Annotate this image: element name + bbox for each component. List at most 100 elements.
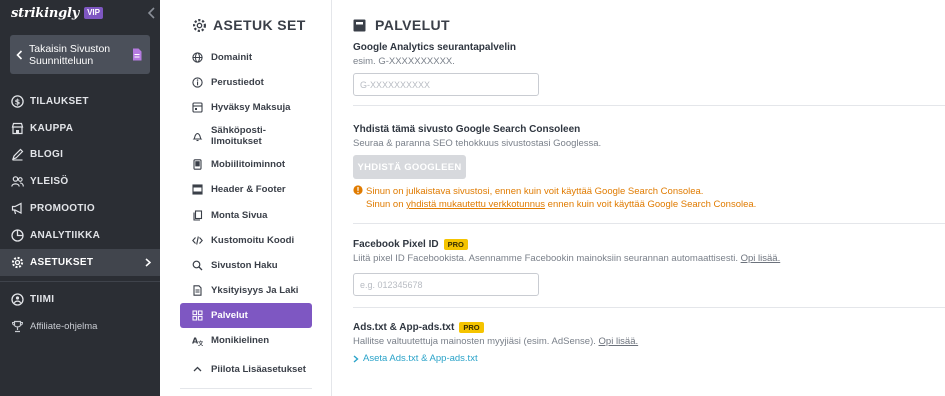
google-analytics-title: Google Analytics seurantapalvelin	[353, 42, 517, 53]
settings-item-payments[interactable]: Hyväksy Maksuja	[180, 95, 312, 120]
settings-item-multiple-pages[interactable]: Monta Sivua	[180, 202, 312, 227]
chevron-right-icon	[145, 258, 151, 267]
learn-more-link[interactable]: Opi lisää.	[741, 253, 781, 264]
services-content: PALVELUT Google Analytics seurantapalvel…	[333, 0, 945, 396]
nav-item-orders[interactable]: $ TILAUKSET	[0, 88, 160, 115]
connect-google-button[interactable]: YHDISTÄ GOOGLEEN	[353, 155, 466, 179]
search-console-title: Yhdistä tämä sivusto Google Search Conso…	[353, 124, 581, 135]
settings-item-site-search[interactable]: Sivuston Haku	[180, 253, 312, 278]
settings-item-multilingual[interactable]: A文 Monikielinen	[180, 328, 312, 353]
settings-item-label: Sivuston Haku	[211, 259, 278, 271]
nav-item-settings[interactable]: ASETUKSET	[0, 248, 160, 276]
ads-txt-desc-text: Hallitse valtuutettuja mainosten myyjiäs…	[353, 336, 596, 347]
settings-item-email-notifications[interactable]: Sähköposti-Ilmoitukset	[180, 120, 312, 152]
publish-warning: Sinun on julkaistava sivustosi, ennen ku…	[353, 185, 945, 198]
settings-item-services[interactable]: Palvelut	[180, 302, 312, 328]
settings-item-privacy-legal[interactable]: Yksityisyys Ja Laki	[180, 278, 312, 303]
nav-item-store[interactable]: KAUPPA	[0, 115, 160, 142]
gear-icon	[192, 18, 207, 32]
chevron-right-icon	[353, 354, 359, 363]
brand-logo[interactable]: strikingly	[11, 6, 79, 21]
ads-txt-desc: Hallitse valtuutettuja mainosten myyjiäs…	[353, 336, 945, 347]
settings-item-domains[interactable]: Domainit	[180, 45, 312, 70]
chevron-up-icon	[193, 366, 202, 371]
settings-item-label: Monikielinen	[211, 334, 270, 346]
megaphone-icon	[11, 202, 22, 215]
google-analytics-input[interactable]	[353, 73, 539, 96]
settings-item-mobile[interactable]: Mobiilitoiminnot	[180, 152, 312, 177]
language-icon: A文	[192, 336, 203, 346]
main-nav: $ TILAUKSET KAUPPA BLOGI YLEISÖ PROMOOTI…	[0, 88, 160, 340]
page-file-icon	[133, 48, 142, 61]
search-console-section: Yhdistä tämä sivusto Google Search Conso…	[353, 123, 945, 211]
nav-label: TILAUKSET	[30, 95, 89, 107]
settings-item-label: Header & Footer	[211, 184, 286, 196]
info-icon	[192, 77, 203, 88]
main-sidebar: strikingly VIP Takaisin Sivuston Suunnit…	[0, 0, 160, 396]
facebook-pixel-input[interactable]	[353, 273, 539, 296]
facebook-pixel-desc: Liitä pixel ID Facebookista. Asennamme F…	[353, 253, 945, 264]
google-analytics-section: Google Analytics seurantapalvelin esim. …	[353, 41, 945, 96]
facebook-pixel-desc-text: Liitä pixel ID Facebookista. Asennamme F…	[353, 253, 738, 264]
ads-txt-title-row: Ads.txt & App-ads.txt PRO	[353, 321, 945, 334]
settings-item-label: Yksityisyys Ja Laki	[211, 284, 299, 296]
learn-more-link[interactable]: Opi lisää.	[599, 336, 639, 347]
users-icon	[11, 176, 24, 187]
section-divider	[353, 307, 945, 308]
svg-text:$: $	[15, 97, 21, 106]
settings-item-label: Domainit	[211, 52, 253, 64]
pen-icon	[12, 149, 24, 162]
publish-warning-text: Sinun on julkaistava sivustosi, ennen ku…	[366, 186, 704, 197]
nav-label: KAUPPA	[30, 122, 74, 134]
connect-custom-domain-link[interactable]: yhdistä mukautettu verkkotunnus	[406, 199, 545, 210]
store-icon	[11, 122, 24, 134]
collapse-sidebar-icon[interactable]	[147, 7, 157, 19]
facebook-pixel-section: Facebook Pixel ID PRO Liitä pixel ID Fac…	[353, 238, 945, 296]
brand[interactable]: strikingly VIP	[11, 4, 103, 22]
settings-menu-divider	[180, 388, 312, 389]
pages-icon	[193, 209, 203, 221]
nav-item-blog[interactable]: BLOGI	[0, 142, 160, 169]
settings-header: ASETUK SET	[192, 17, 306, 33]
page-title-text: PALVELUT	[375, 17, 451, 33]
settings-menu: Domainit Perustiedot Hyväksy Maksuja Säh…	[180, 45, 312, 385]
warning-icon	[353, 185, 363, 195]
nav-item-team[interactable]: TIIMI	[0, 287, 160, 314]
nav-item-affiliate[interactable]: Affiliate-ohjelma	[0, 313, 160, 340]
settings-item-label: Kustomoitu Koodi	[211, 234, 295, 246]
nav-label: ANALYTIIKKA	[30, 229, 101, 241]
facebook-pixel-title: Facebook Pixel ID	[353, 239, 439, 250]
nav-item-audience[interactable]: YLEISÖ	[0, 168, 160, 195]
settings-item-label: Piilota Lisäasetukset	[211, 363, 306, 375]
set-ads-txt-link[interactable]: Aseta Ads.txt & App-ads.txt	[353, 353, 945, 364]
trophy-icon	[11, 321, 24, 333]
domain-warning-suffix: ennen kuin voit käyttää Google Search Co…	[545, 199, 757, 210]
layout-icon	[192, 184, 203, 195]
code-icon	[192, 236, 203, 245]
nav-item-promotion[interactable]: PROMOOTIO	[0, 195, 160, 222]
search-icon	[192, 260, 203, 271]
pro-badge: PRO	[443, 239, 468, 250]
settings-item-hide-advanced[interactable]: Piilota Lisäasetukset	[180, 353, 312, 385]
globe-icon	[192, 52, 203, 63]
nav-divider	[0, 280, 160, 282]
settings-item-label: Sähköposti-Ilmoitukset	[211, 125, 266, 148]
settings-item-label: Hyväksy Maksuja	[211, 102, 291, 114]
payment-icon	[192, 102, 203, 113]
settings-item-basic-info[interactable]: Perustiedot	[180, 70, 312, 95]
section-divider	[353, 223, 945, 224]
domain-warning-prefix: Sinun on	[366, 199, 407, 210]
nav-label: Affiliate-ohjelma	[30, 321, 98, 333]
nav-label: YLEISÖ	[30, 176, 69, 188]
vip-badge: VIP	[84, 7, 103, 19]
section-divider	[353, 105, 945, 106]
svg-text:文: 文	[198, 339, 203, 346]
team-icon	[11, 293, 24, 307]
domain-warning: Sinun on yhdistä mukautettu verkkotunnus…	[353, 198, 945, 211]
back-to-designer-button[interactable]: Takaisin Sivuston Suunnitteluun	[10, 35, 150, 74]
settings-item-header-footer[interactable]: Header & Footer	[180, 177, 312, 202]
grid-icon	[192, 310, 203, 321]
settings-item-custom-code[interactable]: Kustomoitu Koodi	[180, 228, 312, 253]
nav-item-analytics[interactable]: ANALYTIIKKA	[0, 222, 160, 249]
google-analytics-hint: esim. G-XXXXXXXXXX.	[353, 56, 455, 67]
